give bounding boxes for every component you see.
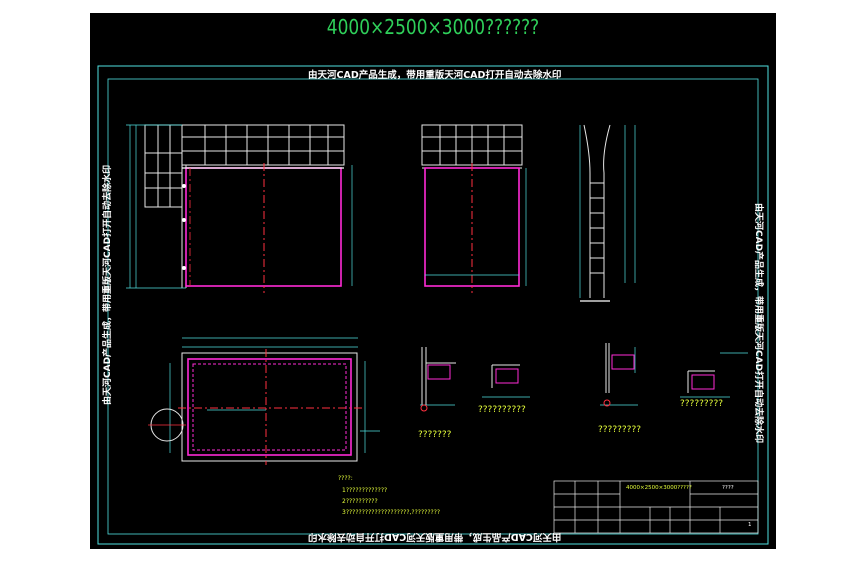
- detail-label-3: ???????: [418, 430, 452, 440]
- detail-label-4: ?????????: [598, 425, 641, 435]
- note-2: 2??????????: [342, 498, 378, 505]
- note-1: 1?????????????: [342, 487, 388, 494]
- plan-view: [148, 337, 380, 465]
- detail-label-2: ?????????: [680, 399, 723, 409]
- note-3: 3????????????????????,?????????: [342, 509, 441, 516]
- ladder-view: [579, 124, 636, 302]
- banner-left: 由天河CAD产品生成，带用重版天河CAD打开自动去除水印: [103, 164, 113, 405]
- drawing-lines: [97, 65, 769, 545]
- detail-label-1: ??????????: [478, 405, 526, 415]
- sheet-border: [97, 65, 769, 545]
- front-view: [126, 124, 353, 293]
- side-view: [421, 124, 527, 293]
- tb-count: 1: [748, 522, 752, 528]
- banner-bottom: 由天河CAD产品生成，带用重版天河CAD打开自动去除水印: [308, 531, 562, 542]
- tb-drawing-name: 4000×2500×3000?????: [626, 485, 692, 491]
- note-heading: ????:: [338, 475, 353, 482]
- tb-sheet-label: ????: [722, 485, 734, 491]
- banner-right: 由天河CAD产品生成，带用重版天河CAD打开自动去除水印: [753, 203, 763, 444]
- banner-top: 由天河CAD产品生成，带用重版天河CAD打开自动去除水印: [308, 70, 562, 81]
- cad-canvas: 4000×2500×3000?????? 由天河CAD产品生成，带用重版天河CA…: [90, 13, 776, 549]
